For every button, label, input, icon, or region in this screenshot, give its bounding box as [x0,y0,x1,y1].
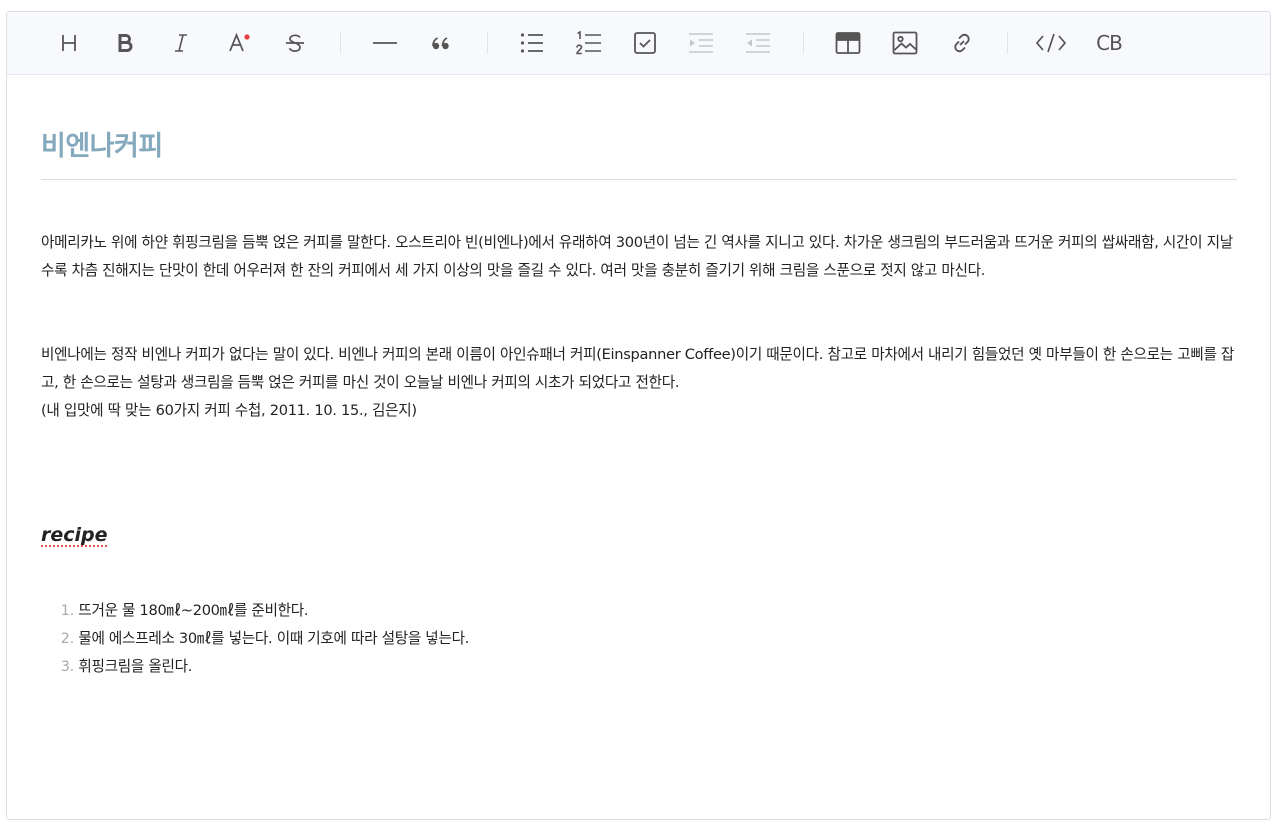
list-item-text: 뜨거운 물 180㎖~200㎖를 준비한다. [78,602,309,619]
list-number: 2. [60,630,75,647]
heading-icon[interactable] [53,27,85,59]
image-icon[interactable] [889,27,921,59]
code-block-icon[interactable]: CB [1091,27,1127,59]
wysiwyg-editor: CB 비엔나커피 아메리카노 위에 하얀 휘핑크림을 듬뿍 얹은 커피를 말한다… [6,11,1271,820]
code-icon[interactable] [1035,27,1067,59]
toolbar-divider [1007,32,1008,54]
text-color-icon[interactable] [223,27,255,59]
recipe-steps-list: 1. 뜨거운 물 180㎖~200㎖를 준비한다. 2. 물에 에스프레소 30… [41,597,470,681]
toolbar-divider [803,32,804,54]
ordered-list-icon[interactable] [573,27,605,59]
document-title: 비엔나커피 [41,129,1237,180]
toolbar-divider [487,32,488,54]
indent-icon[interactable] [685,27,717,59]
paragraph-intro: 아메리카노 위에 하얀 휘핑크림을 듬뿍 얹은 커피를 말한다. 오스트리아 빈… [41,234,1233,279]
italic-icon[interactable] [165,27,197,59]
bold-icon[interactable] [109,27,141,59]
bullet-list-icon[interactable] [516,27,548,59]
table-icon[interactable] [832,27,864,59]
list-number: 3. [60,658,75,675]
toolbar-divider [340,32,341,54]
link-icon[interactable] [946,27,978,59]
list-item: 3. 휘핑크림을 올린다. [41,653,469,681]
horizontal-line-icon[interactable] [369,27,401,59]
list-number: 1. [60,602,75,619]
list-item-text: 물에 에스프레소 30㎖를 넣는다. 이때 기호에 따라 설탕을 넣는다. [78,630,470,647]
blockquote-icon[interactable] [425,27,457,59]
recipe-heading: recipe [41,524,108,546]
list-item: 1. 뜨거운 물 180㎖~200㎖를 준비한다. [41,597,469,625]
list-item: 2. 물에 에스프레소 30㎖를 넣는다. 이때 기호에 따라 설탕을 넣는다. [41,625,470,653]
list-item-text: 휘핑크림을 올린다. [78,658,193,675]
task-list-icon[interactable] [629,27,661,59]
paragraph-history: 비엔나에는 정작 비엔나 커피가 없다는 말이 있다. 비엔나 커피의 본래 이… [41,346,1235,419]
outdent-icon[interactable] [742,27,774,59]
strikethrough-icon[interactable] [279,27,311,59]
code-block-label: CB [1096,31,1123,55]
editor-toolbar: CB [7,12,1270,75]
